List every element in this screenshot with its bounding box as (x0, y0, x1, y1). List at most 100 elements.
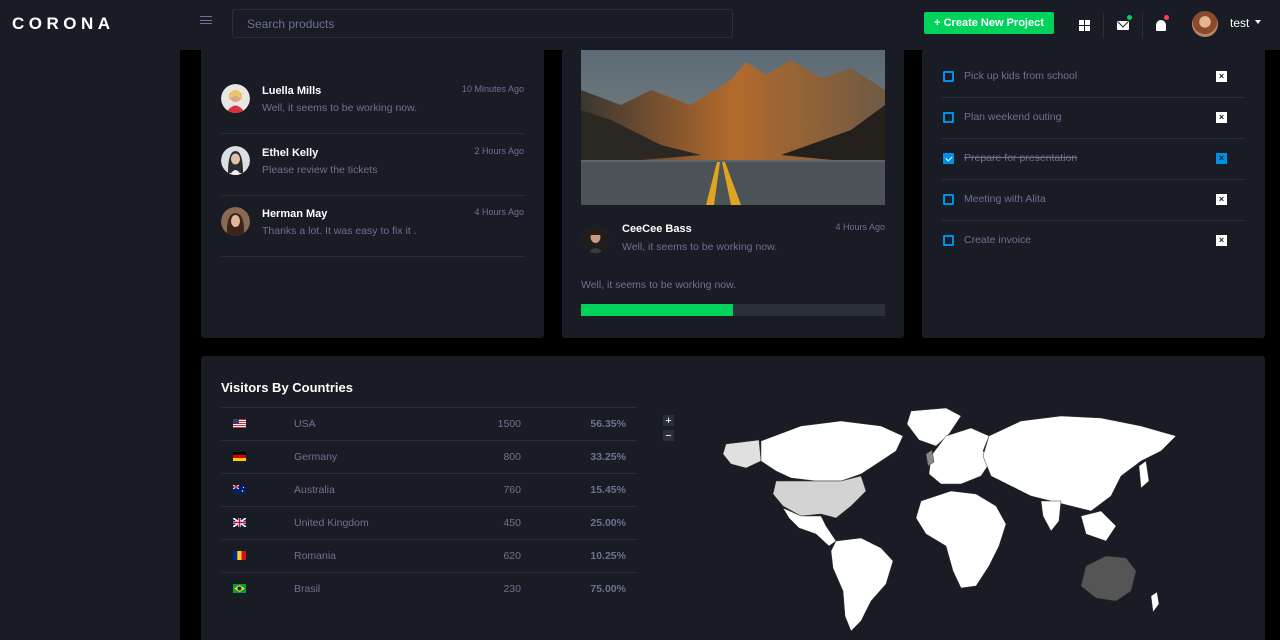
country-name: Romania (294, 550, 337, 562)
close-icon[interactable]: × (1216, 235, 1227, 246)
map-region-japan (1138, 460, 1150, 489)
map-region-south-america (830, 537, 894, 632)
message-text: Well, it seems to be working now. (262, 102, 418, 114)
avatar (221, 146, 250, 175)
navbar-divider (1103, 12, 1104, 38)
navbar-divider (1142, 12, 1143, 38)
avatar (221, 84, 250, 113)
map-region-alaska (722, 439, 762, 469)
chevron-down-icon[interactable] (1255, 20, 1261, 24)
visits-count: 760 (503, 484, 521, 496)
message-text: Please review the tickets (262, 164, 378, 176)
table-row: Brasil 230 75.00% (221, 573, 637, 606)
post-image (581, 50, 885, 205)
au-flag-icon (233, 485, 246, 494)
map-region-india (1040, 500, 1062, 532)
user-avatar[interactable] (1192, 11, 1218, 37)
map-region-canada (760, 420, 904, 482)
card-title: Visitors By Countries (221, 380, 353, 395)
post-card: CeeCee Bass Well, it seems to be working… (562, 0, 904, 338)
top-navbar: + Create New Project test (180, 0, 1280, 50)
todo-checkbox-checked[interactable] (943, 153, 954, 164)
world-map[interactable] (721, 406, 1181, 636)
messages-envelope-icon[interactable] (1112, 0, 1134, 50)
notifications-badge (1164, 15, 1169, 20)
todo-item: Plan weekend outing × (942, 98, 1245, 139)
post-text: Well, it seems to be working now. (622, 241, 778, 253)
todo-checkbox[interactable] (943, 112, 954, 123)
search-input[interactable] (232, 9, 733, 38)
todo-item: Meeting with Alita × (942, 180, 1245, 221)
table-row: United Kingdom 450 25.00% (221, 507, 637, 540)
post-time: 4 Hours Ago (835, 222, 885, 232)
todo-label: Plan weekend outing (964, 111, 1062, 123)
table-row: USA 1500 56.35% (221, 408, 637, 441)
gb-flag-icon (233, 518, 246, 527)
country-name: Australia (294, 484, 335, 496)
table-row: Germany 800 33.25% (221, 441, 637, 474)
todo-item: Create invoice × (942, 221, 1245, 262)
br-flag-icon (233, 584, 246, 593)
todo-checkbox[interactable] (943, 235, 954, 246)
visits-percent: 33.25% (590, 451, 626, 463)
todo-list: Pick up kids from school × Plan weekend … (922, 57, 1265, 262)
table-row: Romania 620 10.25% (221, 540, 637, 573)
de-flag-icon (233, 452, 246, 461)
todo-card: Pick up kids from school × Plan weekend … (922, 0, 1265, 338)
todo-item: Pick up kids from school × (942, 57, 1245, 98)
post-author: CeeCee Bass (622, 223, 692, 235)
visits-count: 450 (503, 517, 521, 529)
message-item[interactable]: Luella Mills Well, it seems to be workin… (221, 72, 524, 134)
sidebar: CORONA (0, 0, 180, 640)
visits-count: 230 (503, 583, 521, 595)
visits-percent: 10.25% (590, 550, 626, 562)
country-name: Brasil (294, 583, 321, 595)
close-icon[interactable]: × (1216, 112, 1227, 123)
visits-percent: 25.00% (590, 517, 626, 529)
todo-item: Prepare for presentation × (942, 139, 1245, 180)
country-name: Germany (294, 451, 338, 463)
avatar (221, 207, 250, 236)
message-time: 2 Hours Ago (474, 146, 524, 156)
todo-label: Meeting with Alita (964, 193, 1046, 205)
visitors-table: USA 1500 56.35% Germany 800 33.25% Austr… (221, 407, 637, 606)
todo-checkbox[interactable] (943, 71, 954, 82)
close-icon[interactable]: × (1216, 194, 1227, 205)
message-item[interactable]: Ethel Kelly Please review the tickets 2 … (221, 134, 524, 196)
map-region-new-zealand (1150, 591, 1160, 613)
map-region-southeast-asia (1080, 510, 1117, 542)
visits-count: 800 (503, 451, 521, 463)
visits-count: 1500 (497, 418, 521, 430)
progress-fill (581, 304, 733, 316)
country-name: United Kingdom (294, 517, 369, 529)
visitors-card: Visitors By Countries USA 1500 56.35% Ge… (201, 356, 1265, 640)
visits-percent: 75.00% (590, 583, 626, 595)
todo-label: Create invoice (964, 234, 1032, 246)
map-zoom-out-button[interactable]: − (663, 430, 674, 441)
close-icon[interactable]: × (1216, 71, 1227, 82)
message-time: 10 Minutes Ago (461, 84, 524, 94)
apps-grid-icon[interactable] (1073, 0, 1095, 50)
map-zoom-in-button[interactable]: + (663, 415, 674, 426)
map-region-australia (1080, 555, 1137, 602)
notifications-bell-icon[interactable] (1150, 0, 1172, 50)
message-item[interactable]: Herman May Thanks a lot. It was easy to … (221, 195, 524, 257)
map-region-africa (915, 490, 1007, 589)
message-text: Thanks a lot. It was easy to fix it . (262, 225, 417, 237)
brand-logo[interactable]: CORONA (12, 14, 115, 34)
menu-toggle-icon[interactable] (200, 16, 212, 30)
messages-badge (1127, 15, 1132, 20)
message-time: 4 Hours Ago (474, 207, 524, 217)
todo-label: Pick up kids from school (964, 70, 1078, 82)
progress-bar (581, 304, 885, 316)
close-icon[interactable]: × (1216, 153, 1227, 164)
create-project-button[interactable]: + Create New Project (924, 12, 1054, 34)
us-flag-icon (233, 419, 246, 428)
table-row: Australia 760 15.45% (221, 474, 637, 507)
todo-checkbox[interactable] (943, 194, 954, 205)
map-region-asia (982, 415, 1177, 512)
user-name[interactable]: test (1230, 16, 1249, 30)
visits-percent: 15.45% (590, 484, 626, 496)
post-quote: Well, it seems to be working now. (581, 279, 737, 291)
visits-count: 620 (503, 550, 521, 562)
